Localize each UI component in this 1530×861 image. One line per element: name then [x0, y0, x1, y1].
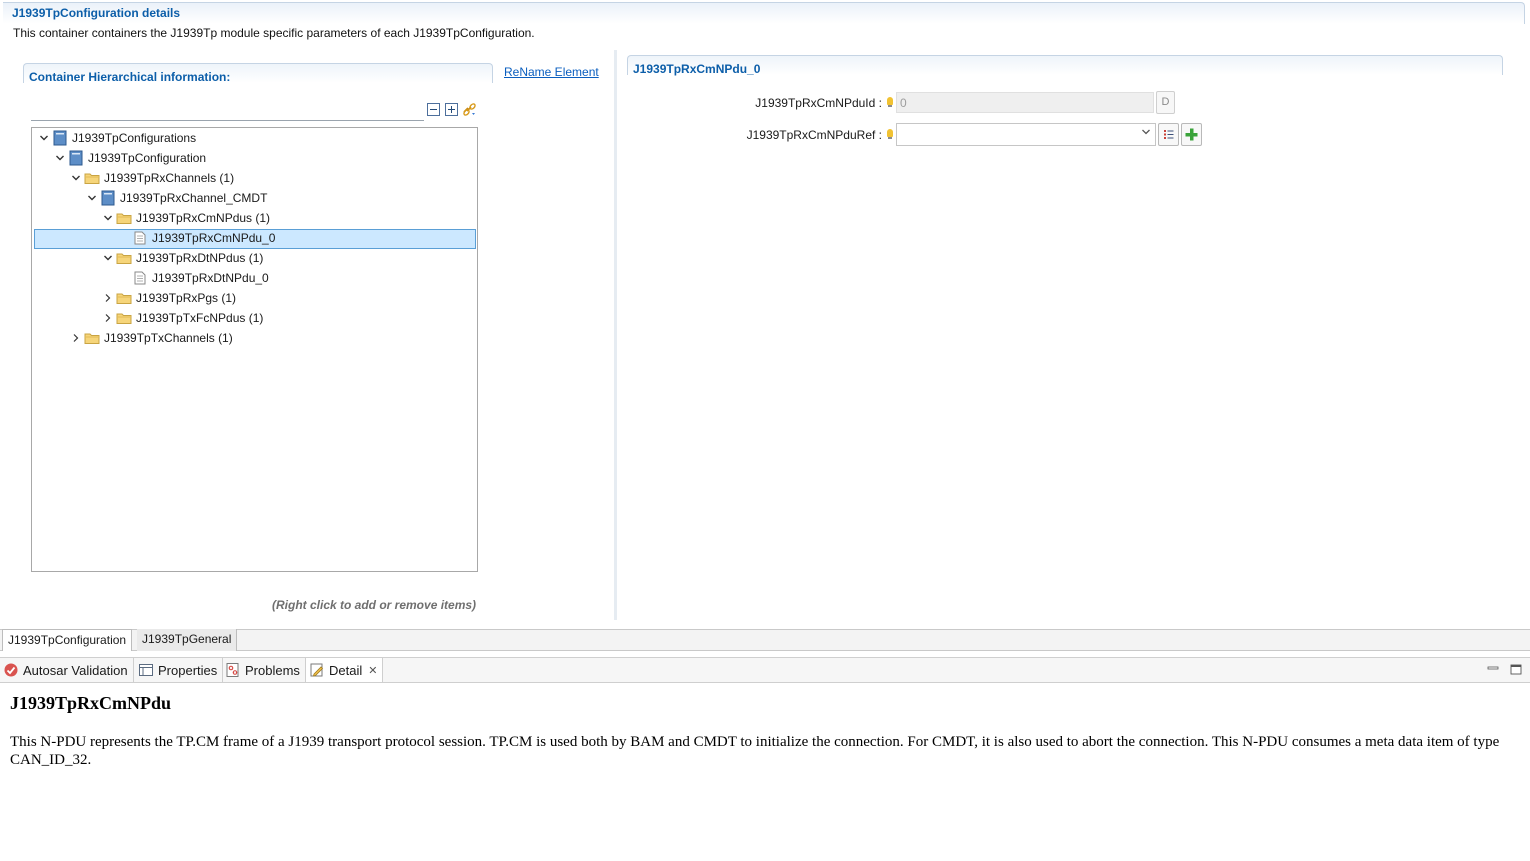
details-header-bar — [3, 2, 1525, 24]
tab-properties[interactable]: Properties — [135, 658, 224, 682]
detail-description: This N-PDU represents the TP.CM frame of… — [10, 734, 1500, 768]
npdu-ref-label: J1939TpRxCmNPduRef : — [746, 128, 882, 142]
document-icon — [132, 230, 148, 246]
page-description: This container containers the J1939Tp mo… — [13, 26, 535, 40]
app-root: { "header": { "title": "J1939TpConfigura… — [0, 0, 1530, 861]
folder-icon — [116, 250, 132, 266]
tree-node-rx-cm-npdu-0[interactable]: J1939TpRxCmNPdu_0 — [116, 228, 275, 248]
lightbulb-icon — [887, 97, 893, 107]
plus-icon — [1185, 128, 1198, 141]
folder-icon — [116, 290, 132, 306]
page-title: J1939TpConfiguration details — [12, 6, 181, 20]
maximize-icon[interactable] — [1510, 663, 1522, 675]
chevron-down-icon[interactable] — [1141, 127, 1151, 140]
close-icon[interactable]: ✕ — [368, 664, 377, 677]
tree-node-rx-channels[interactable]: J1939TpRxChannels (1) — [68, 168, 234, 188]
pencil-icon — [309, 662, 325, 678]
npdu-ref-combo[interactable] — [896, 123, 1156, 146]
detail-title: J1939TpRxCmNPdu — [10, 693, 172, 713]
npdu-id-label: J1939TpRxCmNPduId : — [755, 96, 882, 110]
chevron-down-icon[interactable] — [84, 190, 100, 206]
list-icon — [1164, 130, 1174, 139]
collapse-all-icon[interactable] — [427, 103, 440, 116]
tree-node-rx-channel-cmdt[interactable]: J1939TpRxChannel_CMDT — [84, 188, 267, 208]
tab-j1939tp-configuration[interactable]: J1939TpConfiguration — [2, 629, 133, 651]
default-value-button: D — [1156, 91, 1175, 114]
tab-j1939tp-general[interactable]: J1939TpGeneral — [137, 629, 238, 651]
validation-icon — [3, 662, 19, 678]
chevron-down-icon[interactable] — [100, 250, 116, 266]
link-with-editor-icon[interactable] — [462, 102, 477, 117]
folder-icon — [116, 210, 132, 226]
document-icon — [132, 270, 148, 286]
rename-element-link[interactable]: ReName Element — [504, 65, 599, 79]
list-references-button[interactable] — [1158, 123, 1179, 146]
folder-icon — [84, 330, 100, 346]
folder-icon — [84, 170, 100, 186]
container-icon — [68, 150, 84, 166]
hierarchy-section-title: Container Hierarchical information: — [29, 70, 231, 84]
tree-node-configurations[interactable]: J1939TpConfigurations — [36, 128, 196, 148]
properties-icon — [138, 662, 154, 678]
chevron-down-icon[interactable] — [36, 130, 52, 146]
tree-node-tx-channels[interactable]: J1939TpTxChannels (1) — [68, 328, 233, 348]
tab-autosar-validation[interactable]: Autosar Validation — [0, 658, 134, 682]
tree-node-rx-dt-npdu-0[interactable]: J1939TpRxDtNPdu_0 — [116, 268, 269, 288]
tree-node-rx-dt-npdus[interactable]: J1939TpRxDtNPdus (1) — [100, 248, 263, 268]
folder-icon — [116, 310, 132, 326]
chevron-right-icon[interactable] — [100, 290, 116, 306]
container-icon — [100, 190, 116, 206]
panel-splitter[interactable] — [614, 50, 617, 620]
lightbulb-icon — [887, 129, 893, 139]
minimize-icon[interactable] — [1487, 663, 1499, 675]
expand-all-icon[interactable] — [445, 103, 458, 116]
chevron-down-icon[interactable] — [68, 170, 84, 186]
tree-hint-text: (Right click to add or remove items) — [272, 598, 477, 612]
tree-node-configuration[interactable]: J1939TpConfiguration — [52, 148, 206, 168]
tree-node-rx-pgs[interactable]: J1939TpRxPgs (1) — [100, 288, 236, 308]
chevron-down-icon[interactable] — [52, 150, 68, 166]
tree-node-rx-cm-npdus[interactable]: J1939TpRxCmNPdus (1) — [100, 208, 270, 228]
tab-problems[interactable]: Problems — [222, 658, 306, 682]
npdu-id-field: 0 — [896, 92, 1154, 113]
tree-node-tx-fc-npdus[interactable]: J1939TpTxFcNPdus (1) — [100, 308, 263, 328]
problems-icon — [225, 662, 241, 678]
tree-filter-input[interactable] — [31, 99, 424, 121]
module-icon — [52, 130, 68, 146]
chevron-right-icon[interactable] — [68, 330, 84, 346]
chevron-right-icon[interactable] — [100, 310, 116, 326]
add-reference-button[interactable] — [1181, 123, 1202, 146]
tab-detail[interactable]: Detail ✕ — [306, 658, 384, 682]
element-section-title: J1939TpRxCmNPdu_0 — [633, 62, 761, 76]
chevron-down-icon[interactable] — [100, 210, 116, 226]
